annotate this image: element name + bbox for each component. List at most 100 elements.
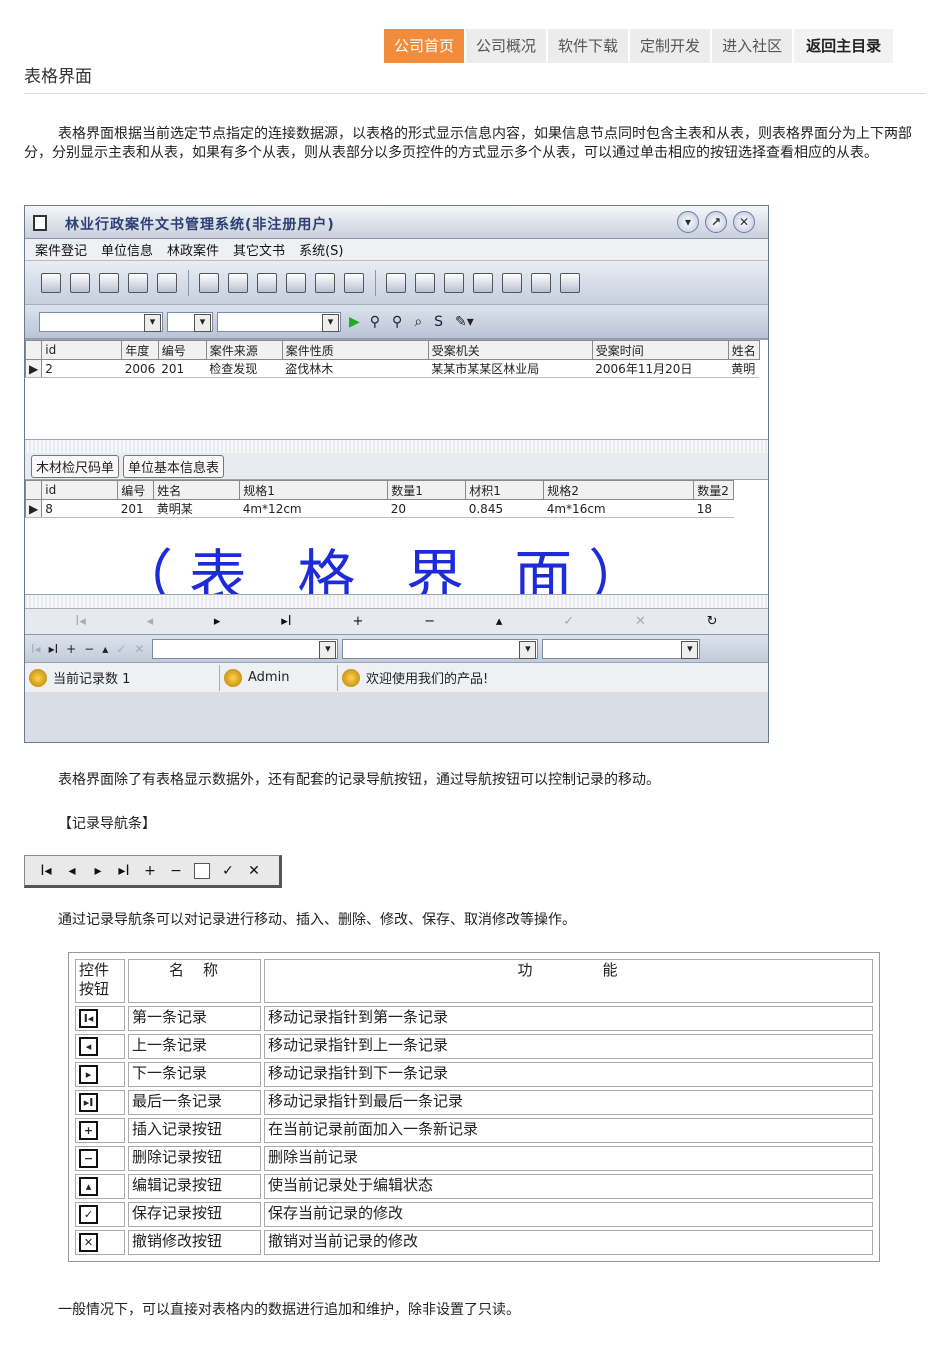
first-record-icon: I◂ xyxy=(31,641,41,656)
row-name: 编辑记录按钮 xyxy=(128,1174,261,1199)
query-operator-combo xyxy=(167,311,213,332)
table-row: ✕ 撤销修改按钮 撤销对当前记录的修改 xyxy=(75,1230,873,1255)
title-divider xyxy=(24,93,926,94)
app-screenshot: 林业行政案件文书管理系统(非注册用户) ▾ ↗ ✕ 案件登记 单位信息 林政案件… xyxy=(24,205,769,743)
insert-record-icon: + xyxy=(352,614,364,629)
col-header: 受案时间 xyxy=(591,340,729,360)
run-query-icon: ▶ xyxy=(349,313,360,330)
cell: 黄明某 xyxy=(153,499,240,518)
cell: 8 xyxy=(41,499,118,518)
pencil-icon: ✎▾ xyxy=(455,313,474,330)
cell: 盗伐林木 xyxy=(282,359,429,378)
cell: 0.845 xyxy=(465,499,544,518)
prev-record-icon: ◂ xyxy=(146,614,154,629)
table-row: + 插入记录按钮 在当前记录前面加入一条新记录 xyxy=(75,1118,873,1143)
toolbar-doc-icon xyxy=(99,272,119,293)
nav-home[interactable]: 公司首页 xyxy=(384,29,465,63)
cell: 201 xyxy=(158,359,207,378)
cell: 2 xyxy=(41,359,122,378)
row-indicator-header xyxy=(25,340,43,360)
page-title: 表格界面 xyxy=(24,67,92,87)
table-row: − 删除记录按钮 删除当前记录 xyxy=(75,1146,873,1171)
toolbar-export-icon xyxy=(415,272,435,293)
row-function: 在当前记录前面加入一条新记录 xyxy=(264,1118,873,1143)
detail-tabs: 木材检尺码单 单位基本信息表 xyxy=(25,453,768,479)
top-nav: 公司首页 公司概况 软件下载 定制开发 进入社区 返回主目录 xyxy=(384,29,894,63)
row-name: 插入记录按钮 xyxy=(128,1118,261,1143)
header-function: 功 能 xyxy=(264,959,873,1003)
cancel-edit-icon: ✕ xyxy=(248,862,260,879)
delete-record-icon: − xyxy=(424,614,436,629)
edit-record-icon: ▴ xyxy=(495,614,503,629)
status-user: Admin xyxy=(220,664,338,691)
nav-custom-dev[interactable]: 定制开发 xyxy=(630,29,711,63)
tab-timber-measure: 木材检尺码单 xyxy=(31,454,120,478)
first-record-icon: I◂ xyxy=(75,614,86,629)
row-name: 删除记录按钮 xyxy=(128,1146,261,1171)
insert-record-icon: + xyxy=(66,641,77,656)
delete-record-icon: − xyxy=(170,862,182,879)
row-name: 上一条记录 xyxy=(128,1034,261,1059)
operations-description: 通过记录导航条可以对记录进行移动、插入、删除、修改、保存、取消修改等操作。 xyxy=(58,912,576,928)
cell: 检查发现 xyxy=(206,359,283,378)
col-header: 案件性质 xyxy=(281,340,429,360)
toolbar-form-icon xyxy=(444,272,464,293)
insert-record-icon: + xyxy=(144,862,156,879)
filter-combo xyxy=(542,638,701,659)
record-navigator-bar: I◂ ◂ ▸ ▸I + − ✓ ✕ xyxy=(24,855,282,888)
toolbar-list-icon xyxy=(531,272,551,293)
toolbar-separator xyxy=(188,269,189,296)
toolbar-print-icon xyxy=(199,272,219,293)
cell: 20 xyxy=(387,499,466,518)
toolbar-edit-icon xyxy=(286,272,306,293)
last-record-icon: ▸I xyxy=(281,614,292,629)
col-header: 案件来源 xyxy=(205,340,283,360)
row-function: 移动记录指针到上一条记录 xyxy=(264,1034,873,1059)
row-function: 移动记录指针到下一条记录 xyxy=(264,1062,873,1087)
col-header: 编号 xyxy=(157,340,207,360)
col-header: id xyxy=(41,480,119,500)
col-header: 数量1 xyxy=(387,480,467,500)
row-name: 第一条记录 xyxy=(128,1006,261,1031)
menu-case-register: 案件登记 xyxy=(35,244,88,259)
table-row: I◂ 第一条记录 移动记录指针到第一条记录 xyxy=(75,1006,873,1031)
status-welcome: 欢迎使用我们的产品! xyxy=(338,665,638,691)
toolbar-settings-icon xyxy=(502,272,522,293)
table-row: ✓ 保存记录按钮 保存当前记录的修改 xyxy=(75,1202,873,1227)
cell: 18 xyxy=(693,499,734,518)
row-function: 使当前记录处于编辑状态 xyxy=(264,1174,873,1199)
save-record-icon: ✓ xyxy=(116,641,127,656)
last-record-icon: ▸I xyxy=(48,641,59,656)
col-header: 规格1 xyxy=(239,480,389,500)
app-toolbar-query: ▶ ⚲ ⚲ ⌕ S ✎▾ xyxy=(25,305,768,339)
toolbar-separator xyxy=(375,269,376,296)
toolbar-user-icon xyxy=(315,272,335,293)
toolbar-group-icon xyxy=(344,272,364,293)
cell: 4m*12cm xyxy=(239,499,388,518)
table-row: ▸ 下一条记录 移动记录指针到下一条记录 xyxy=(75,1062,873,1087)
row-name: 最后一条记录 xyxy=(128,1090,261,1115)
app-toolbar-main xyxy=(25,261,768,305)
delete-record-icon: − xyxy=(84,641,95,656)
nav-community[interactable]: 进入社区 xyxy=(712,29,793,63)
master-record-navigator: I◂ ▸I + − ▴ ✓ ✕ xyxy=(25,634,768,662)
toolbar-chart-icon xyxy=(128,272,148,293)
row-function: 删除当前记录 xyxy=(264,1146,873,1171)
search-icon: ⚲ xyxy=(369,313,381,330)
row-pointer-icon: ▶ xyxy=(25,359,43,378)
search-advanced-icon: ⚲ xyxy=(392,313,403,330)
detail-scrollbar xyxy=(25,594,768,608)
nav-download[interactable]: 软件下载 xyxy=(548,29,629,63)
next-record-icon: ▸ xyxy=(79,1065,98,1084)
nav-about[interactable]: 公司概况 xyxy=(466,29,547,63)
row-function: 保存当前记录的修改 xyxy=(264,1202,873,1227)
users-icon xyxy=(342,668,360,687)
status-welcome-text: 欢迎使用我们的产品! xyxy=(366,672,489,687)
next-record-icon: ▸ xyxy=(213,614,221,629)
nav-back-to-index[interactable]: 返回主目录 xyxy=(794,29,894,63)
row-pointer-icon: ▶ xyxy=(25,499,43,518)
table-row: ◂ 上一条记录 移动记录指针到上一条记录 xyxy=(75,1034,873,1059)
detail-grid: id 编号 姓名 规格1 数量1 材积1 规格2 数量2 ▶ 8 201 黄明某… xyxy=(25,479,768,611)
table-row: ▴ 编辑记录按钮 使当前记录处于编辑状态 xyxy=(75,1174,873,1199)
master-grid: id 年度 编号 案件来源 案件性质 受案机关 受案时间 姓名 ▶ 2 2006… xyxy=(25,339,768,439)
